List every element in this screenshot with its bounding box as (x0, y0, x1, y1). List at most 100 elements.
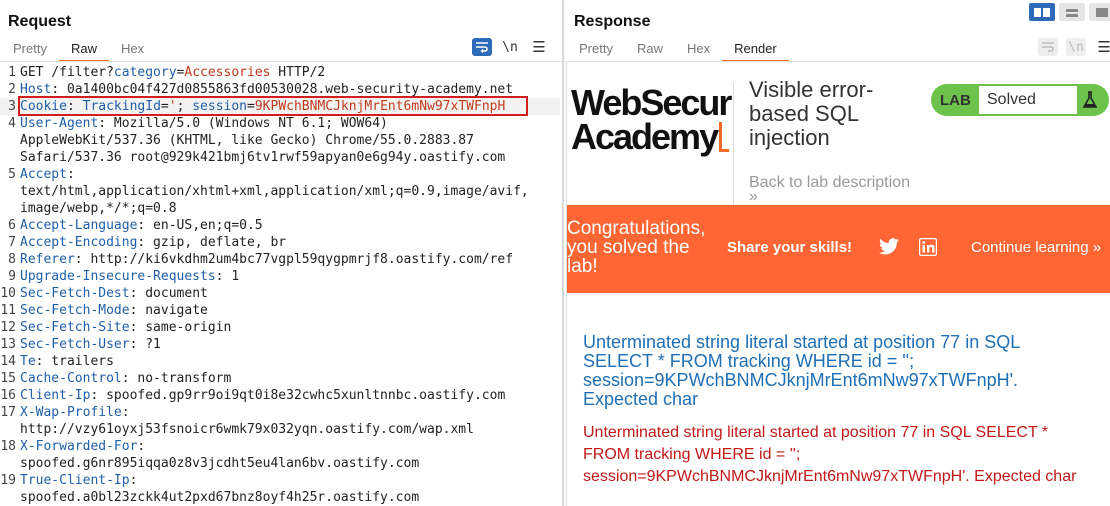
response-pane: Response Pretty Raw Hex Render \n ☰ WebS… (564, 0, 1110, 506)
line-token: Sec-Fetch-User (20, 337, 130, 352)
request-line[interactable]: spoofed.a0bl23zckk4ut2pxd67bnz8oyf4h25r.… (0, 489, 560, 506)
request-pane: Request Pretty Raw Hex \n ☰ 1 GET /filter… (0, 0, 562, 506)
request-line[interactable]: 11 Sec-Fetch-Mode: navigate (0, 302, 560, 319)
request-line[interactable]: http://vzy61oyxj53fsnoicr6wmk79x032yqn.o… (0, 421, 560, 438)
line-token: : same-origin (129, 320, 232, 335)
line-token: Upgrade-Insecure-Requests (20, 269, 216, 284)
line-token: Sec-Fetch-Mode (20, 303, 130, 318)
line-text: X-Wap-Profile: (20, 404, 560, 421)
request-tab-divider (0, 61, 562, 62)
line-token: X-Forwarded-For (20, 439, 138, 454)
hamburger-menu-icon[interactable]: ☰ (1094, 38, 1110, 56)
back-chevron-icon: » (749, 188, 758, 205)
request-line[interactable]: 4 User-Agent: Mozilla/5.0 (Windows NT 6.1… (0, 115, 560, 132)
cookie-highlight-box (18, 96, 528, 116)
side-by-side-layout-icon[interactable] (1029, 3, 1055, 21)
single-pane-layout-icon[interactable] (1089, 3, 1110, 21)
continue-learning-link[interactable]: Continue learning » (971, 239, 1101, 256)
request-tabs: Pretty Raw Hex (1, 40, 156, 62)
request-line[interactable]: 1 GET /filter?category=Accessories HTTP/2 (0, 64, 560, 81)
line-number: 6 (8, 218, 16, 233)
request-editor[interactable]: 1 GET /filter?category=Accessories HTTP/2… (0, 64, 560, 506)
line-token: Te (20, 354, 36, 369)
web-security-academy-logo[interactable]: WebSecur Academy (569, 82, 732, 157)
request-title: Request (8, 13, 72, 30)
request-line[interactable]: Safari/537.36 root@929k421bmj6tv1rwf59ap… (0, 149, 560, 166)
back-to-lab-link[interactable]: Back to lab description » (749, 174, 910, 205)
line-number (0, 200, 20, 217)
line-token: : 1 (215, 269, 240, 284)
request-line[interactable]: 12 Sec-Fetch-Site: same-origin (0, 319, 560, 336)
line-number (0, 149, 20, 166)
request-line[interactable]: 8 Referer: http://ki6vkdhm2um4bc77vgpl59q… (0, 251, 560, 268)
line-text: Safari/537.36 root@929k421bmj6tv1rwf59ap… (20, 149, 560, 166)
line-text: http://vzy61oyxj53fsnoicr6wmk79x032yqn.o… (20, 421, 560, 438)
request-line[interactable]: 7 Accept-Encoding: gzip, deflate, br (0, 234, 560, 251)
wrap-lines-icon[interactable] (472, 38, 492, 56)
hamburger-menu-icon[interactable]: ☰ (529, 38, 549, 56)
request-line[interactable]: 19 True-Client-Ip: (0, 472, 560, 489)
line-token: Sec-Fetch-Dest (20, 286, 130, 301)
line-number (0, 132, 20, 149)
show-newlines-icon[interactable]: \n (1066, 38, 1086, 56)
request-line[interactable]: AppleWebKit/537.36 (KHTML, like Gecko) C… (0, 132, 560, 149)
tab-hex[interactable]: Hex (109, 40, 156, 62)
line-text: Accept-Encoding: gzip, deflate, br (20, 234, 560, 251)
request-line[interactable]: spoofed.g6nr895iqqa0z8v3jcdht5eu4lan6bv.… (0, 455, 560, 472)
line-text: Cache-Control: no-transform (20, 370, 560, 387)
line-text: Upgrade-Insecure-Requests: 1 (20, 268, 560, 285)
request-line[interactable]: 16 Client-Ip: spoofed.gp9rr9oi9qt0i8e32cw… (0, 387, 560, 404)
line-text: X-Forwarded-For: (20, 438, 560, 455)
line-number: 4 (8, 116, 16, 131)
request-line[interactable]: 15 Cache-Control: no-transform (0, 370, 560, 387)
line-token: AppleWebKit/537.36 (KHTML, like Gecko) C… (20, 133, 474, 148)
show-newlines-icon[interactable]: \n (500, 38, 520, 56)
request-line[interactable]: 13 Sec-Fetch-User: ?1 (0, 336, 560, 353)
request-line[interactable]: 9 Upgrade-Insecure-Requests: 1 (0, 268, 560, 285)
request-line[interactable]: 14 Te: trailers (0, 353, 560, 370)
line-token: User-Agent (20, 116, 99, 131)
line-token: Accept-Encoding (20, 235, 138, 250)
wrap-lines-icon[interactable] (1038, 38, 1058, 56)
line-number: 19 (0, 473, 16, 488)
line-number: 1 (8, 65, 16, 80)
line-token: http://vzy61oyxj53fsnoicr6wmk79x032yqn.o… (20, 422, 474, 437)
request-line[interactable]: 10 Sec-Fetch-Dest: document (0, 285, 560, 302)
lab-status: Solved (979, 86, 1077, 114)
tab-raw[interactable]: Raw (58, 40, 109, 62)
line-token: True-Client-Ip (20, 473, 130, 488)
request-line[interactable]: text/html,application/xhtml+xml,applicat… (0, 183, 560, 200)
line-token: Host (20, 82, 52, 97)
top-bottom-layout-icon[interactable] (1059, 3, 1085, 21)
sql-error-message-detail: Unterminated string literal started at p… (583, 424, 1077, 485)
layout-toggle (1029, 3, 1110, 21)
tab-pretty[interactable]: Pretty (567, 40, 625, 62)
lab-status-badge: LAB Solved (931, 84, 1109, 116)
tab-raw[interactable]: Raw (625, 40, 675, 62)
twitter-icon[interactable] (879, 238, 899, 260)
line-text: Sec-Fetch-Dest: document (20, 285, 560, 302)
tab-hex[interactable]: Hex (675, 40, 722, 62)
line-text: Referer: http://ki6vkdhm2um4bc77vgpl59qy… (20, 251, 560, 268)
linkedin-icon[interactable] (918, 237, 938, 261)
share-skills-text: Share your skills! (727, 239, 853, 256)
tab-render[interactable]: Render (722, 40, 789, 62)
request-line[interactable]: 17 X-Wap-Profile: (0, 404, 560, 421)
line-text: text/html,application/xhtml+xml,applicat… (20, 183, 560, 200)
tab-pretty[interactable]: Pretty (1, 40, 59, 62)
line-number: 11 (0, 303, 16, 318)
request-line[interactable]: image/webp,*/*;q=0.8 (0, 200, 560, 217)
line-text: Te: trailers (20, 353, 560, 370)
line-number: 13 (0, 337, 16, 352)
request-line[interactable]: 5 Accept: (0, 166, 560, 183)
line-text: User-Agent: Mozilla/5.0 (Windows NT 6.1;… (20, 115, 560, 132)
request-line[interactable]: 18 X-Forwarded-For: (0, 438, 560, 455)
line-text: Client-Ip: spoofed.gp9rr9oi9qt0i8e32cwhc… (20, 387, 560, 404)
request-line[interactable]: 6 Accept-Language: en-US,en;q=0.5 (0, 217, 560, 234)
response-title: Response (574, 13, 651, 30)
line-token: : ?1 (129, 337, 161, 352)
line-token: image/webp,*/*;q=0.8 (20, 201, 177, 216)
line-token: text/html,application/xhtml+xml,applicat… (20, 184, 529, 199)
line-number (0, 183, 20, 200)
line-number: 2 (8, 82, 16, 97)
